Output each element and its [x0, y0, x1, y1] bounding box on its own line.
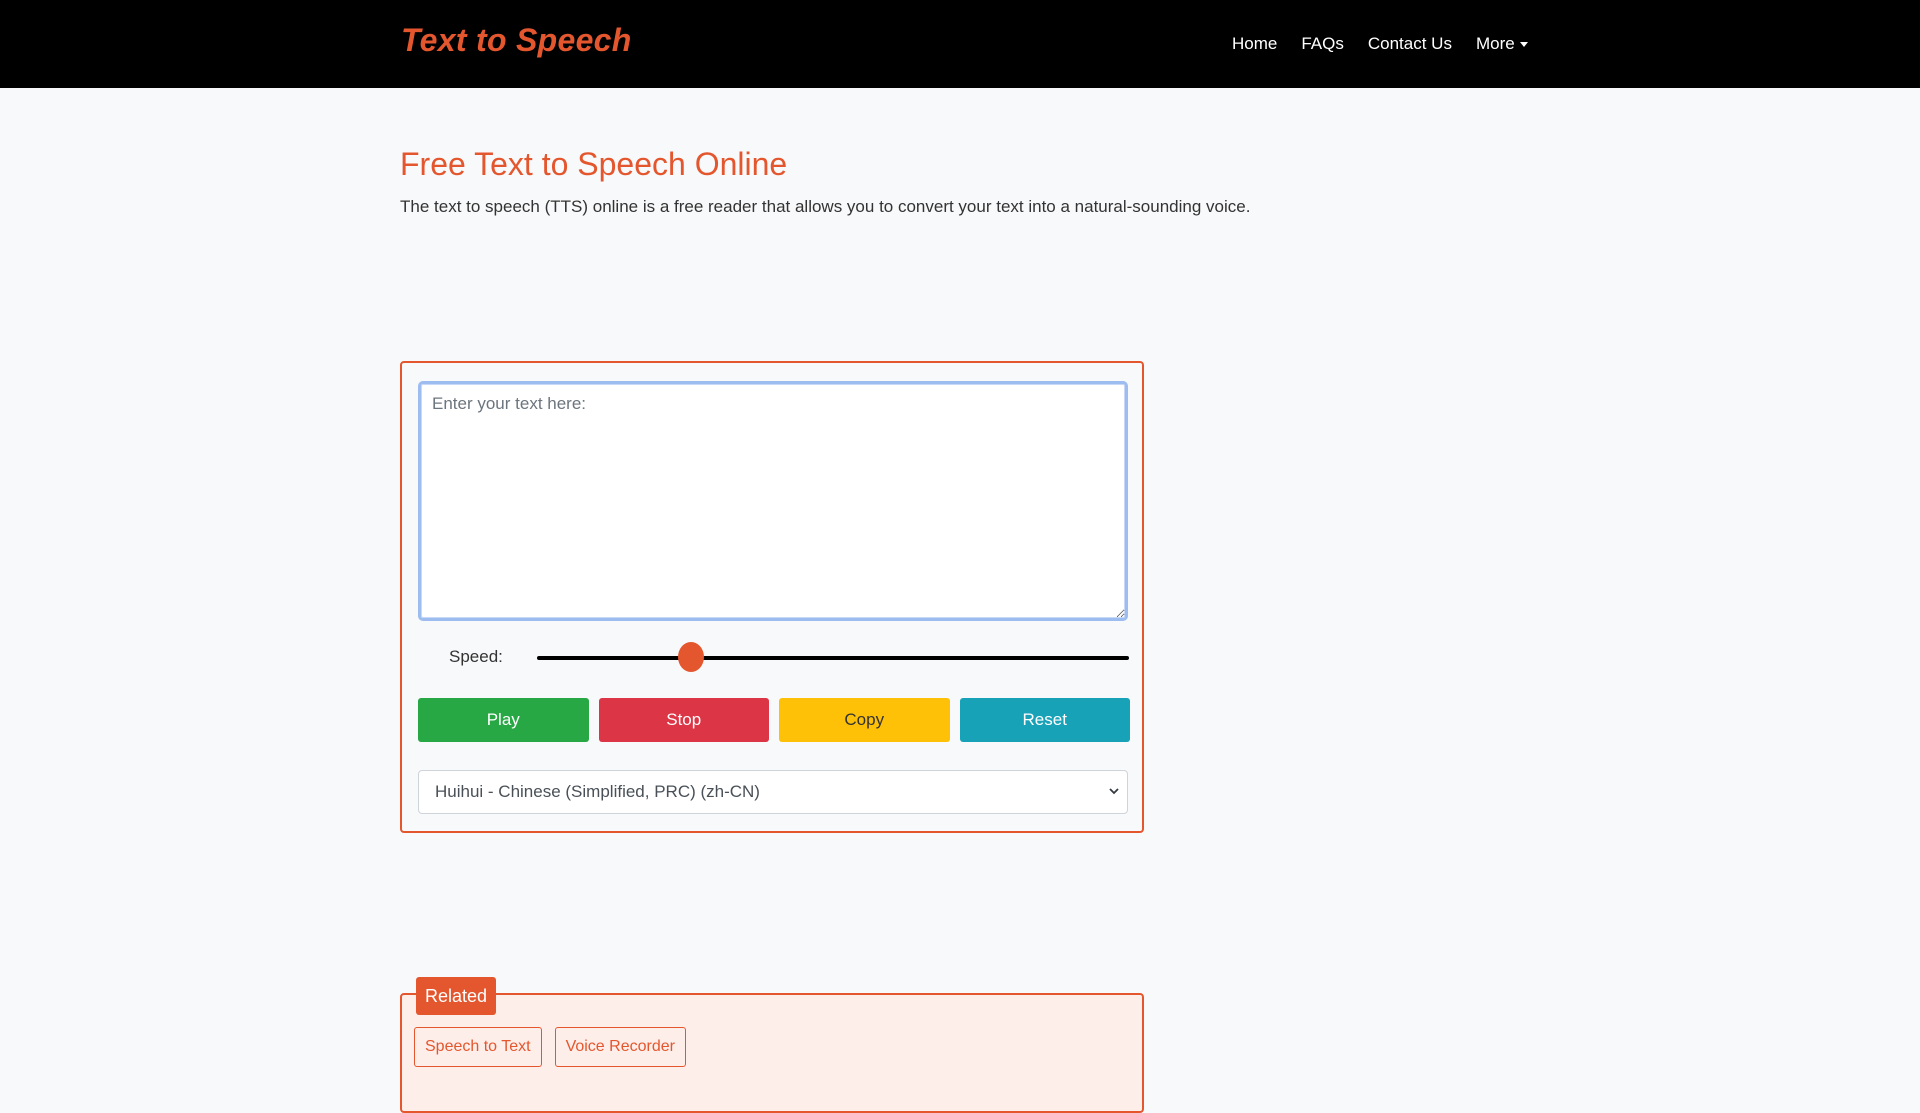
nav-contact[interactable]: Contact Us — [1356, 34, 1464, 54]
tts-panel: Speed: Play Stop Copy Reset Huihui - Chi… — [400, 361, 1144, 833]
related-link-voice-recorder[interactable]: Voice Recorder — [554, 1027, 686, 1067]
nav-home[interactable]: Home — [1220, 34, 1289, 54]
voice-selected-value: Huihui - Chinese (Simplified, PRC) (zh-C… — [435, 782, 760, 801]
speed-slider-thumb[interactable] — [677, 642, 704, 672]
chevron-down-icon — [1109, 788, 1119, 795]
page-title: Free Text to Speech Online — [400, 146, 788, 182]
page-description: The text to speech (TTS) online is a fre… — [400, 197, 1251, 216]
related-section: Related Speech to Text Voice Recorder — [400, 977, 1144, 1113]
copy-button[interactable]: Copy — [779, 698, 950, 742]
caret-down-icon — [1519, 41, 1528, 47]
voice-select[interactable]: Huihui - Chinese (Simplified, PRC) (zh-C… — [418, 770, 1128, 814]
play-button[interactable]: Play — [418, 698, 589, 742]
nav-faqs[interactable]: FAQs — [1289, 34, 1356, 54]
related-label: Related — [416, 977, 497, 1015]
speed-slider[interactable] — [537, 642, 1129, 672]
nav-more-label: More — [1475, 34, 1515, 53]
stop-button[interactable]: Stop — [598, 698, 769, 742]
related-link-speech-to-text[interactable]: Speech to Text — [414, 1027, 542, 1067]
brand-logo[interactable]: Text to Speech — [401, 22, 632, 59]
related-links: Speech to Text Voice Recorder — [414, 1027, 686, 1067]
nav-more-dropdown[interactable]: More — [1464, 34, 1540, 54]
reset-button[interactable]: Reset — [959, 698, 1130, 742]
speed-label: Speed: — [449, 647, 503, 666]
nav-menu: Home FAQs Contact Us More — [1220, 0, 1540, 88]
action-buttons: Play Stop Copy Reset — [418, 698, 1130, 742]
text-input[interactable] — [418, 381, 1128, 621]
top-navbar: Text to Speech Home FAQs Contact Us More — [0, 0, 1920, 88]
